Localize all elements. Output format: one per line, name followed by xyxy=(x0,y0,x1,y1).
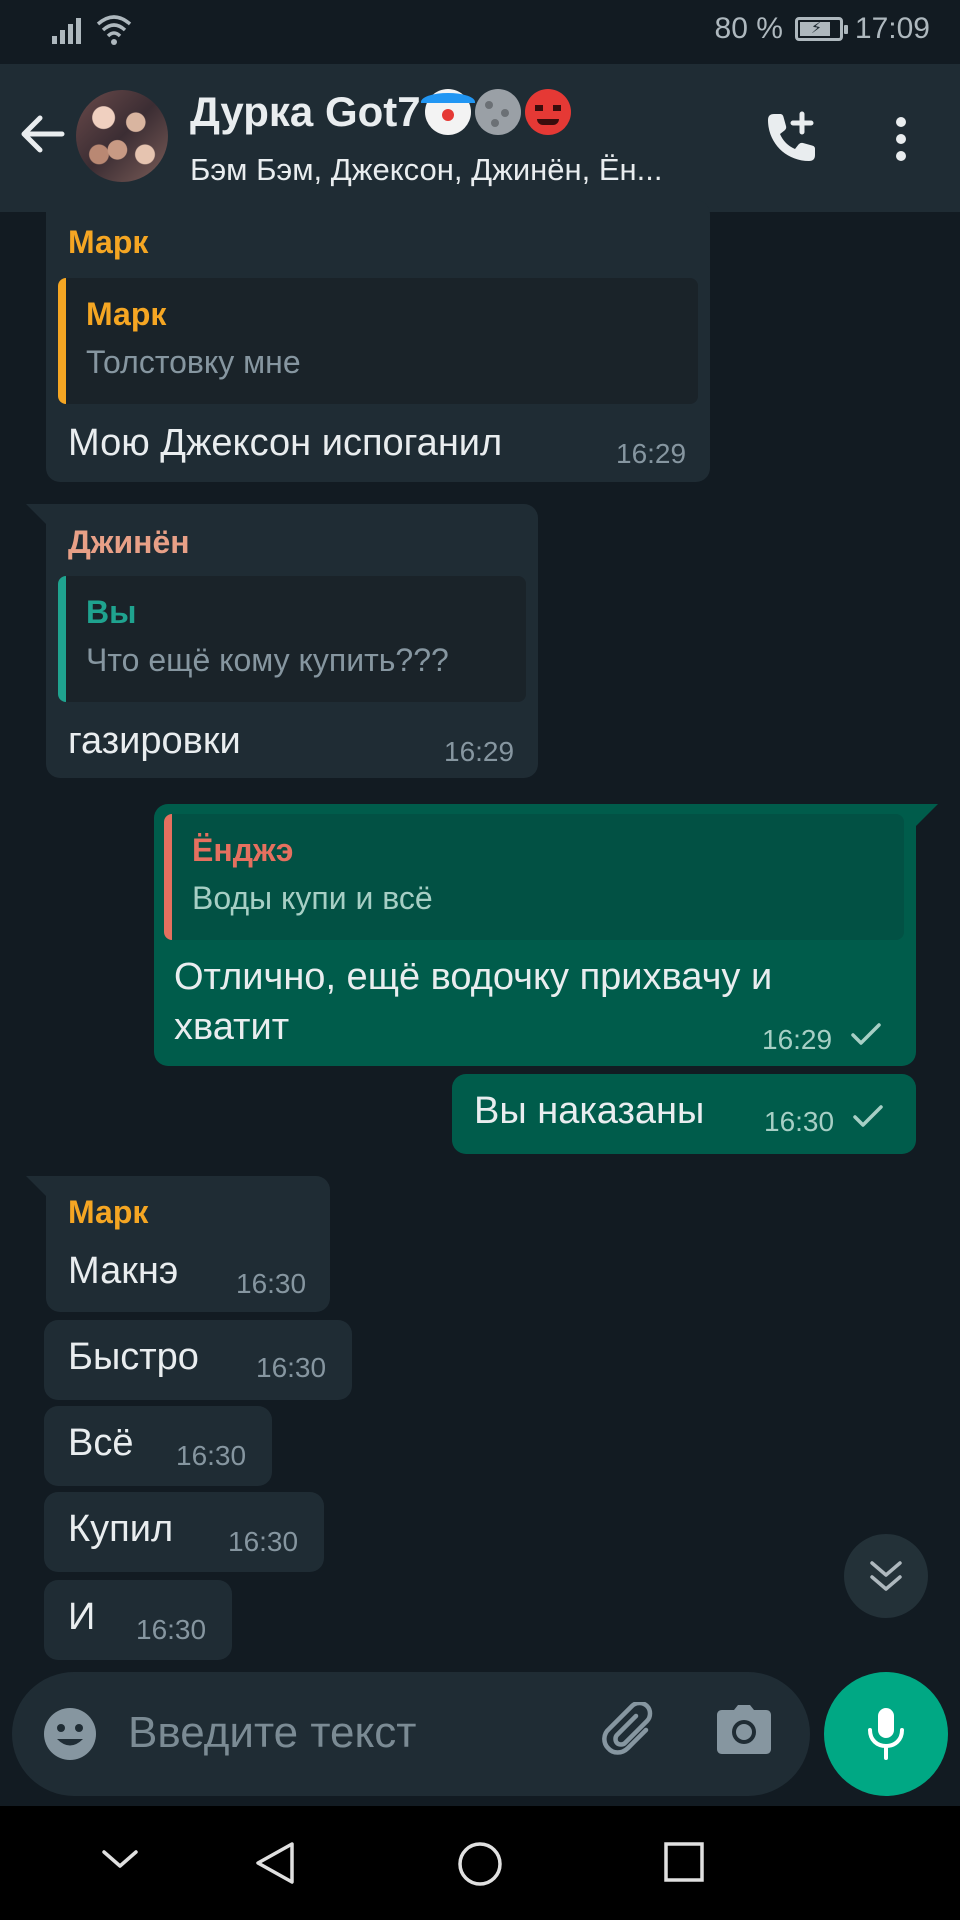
message-time: 16:30 xyxy=(764,1106,835,1137)
quote-bar xyxy=(58,278,66,404)
message-composer[interactable]: Введите текст xyxy=(12,1672,810,1796)
message-sender: Джинён xyxy=(68,524,190,560)
chat-header: Дурка Got7 Бэм Бэм, Джексон, Джинён, Ён.… xyxy=(0,64,960,212)
sent-check-icon xyxy=(853,1105,883,1127)
group-members[interactable]: Бэм Бэм, Джексон, Джинён, Ён... xyxy=(190,152,663,188)
recents-square-icon[interactable] xyxy=(662,1840,706,1884)
battery-percent: 80 % xyxy=(714,12,783,45)
quote-author: Вы xyxy=(86,594,137,630)
devil-emoji-icon xyxy=(524,89,571,135)
quote-text: Толстовку мне xyxy=(86,344,301,380)
signal-icon xyxy=(52,18,81,44)
battery-charging-icon: ⚡ xyxy=(794,17,848,41)
back-arrow-icon[interactable] xyxy=(18,112,66,156)
message-time: 16:30 xyxy=(236,1268,307,1299)
quote-text: Что ещё кому купить??? xyxy=(86,642,449,678)
message-bubble-incoming[interactable]: Джинён Вы Что ещё кому купить??? газиров… xyxy=(46,504,538,778)
message-text: И xyxy=(68,1596,96,1638)
message-text: Быстро xyxy=(68,1336,199,1378)
hide-keyboard-chevron-icon[interactable] xyxy=(100,1840,140,1880)
quote-bar xyxy=(58,576,66,702)
attach-paperclip-icon[interactable] xyxy=(602,1702,662,1762)
message-time: 16:30 xyxy=(228,1526,299,1557)
system-navigation-bar xyxy=(0,1806,960,1920)
message-sender: Марк xyxy=(68,1194,149,1230)
quote-text: Воды купи и всё xyxy=(192,880,433,916)
message-time: 16:29 xyxy=(444,736,515,767)
message-input[interactable]: Введите текст xyxy=(128,1708,416,1758)
message-bubble-incoming[interactable]: Купил 16:30 xyxy=(44,1492,324,1572)
back-triangle-icon[interactable] xyxy=(252,1840,298,1886)
message-time: 16:29 xyxy=(762,1024,833,1055)
group-avatar[interactable] xyxy=(76,90,168,182)
message-text-line: Отлично, ещё водочку прихвачу и xyxy=(174,956,773,998)
microphone-icon xyxy=(868,1708,904,1760)
quote-author: Марк xyxy=(86,296,167,332)
quoted-message[interactable]: Марк Толстовку мне xyxy=(58,278,698,404)
message-bubble-incoming[interactable]: Быстро 16:30 xyxy=(44,1320,352,1400)
message-text: газировки xyxy=(68,720,241,762)
message-time: 16:30 xyxy=(176,1440,247,1471)
clock: 17:09 xyxy=(854,12,930,45)
bubble-tail xyxy=(26,504,48,526)
bubble-tail xyxy=(916,804,938,826)
message-sender: Марк xyxy=(68,224,149,260)
quote-bar xyxy=(164,814,172,940)
more-options-icon[interactable] xyxy=(890,116,912,162)
quoted-message[interactable]: Вы Что ещё кому купить??? xyxy=(58,576,526,702)
message-text: Купил xyxy=(68,1508,174,1550)
group-title[interactable]: Дурка Got7 xyxy=(190,88,571,136)
message-text: Мою Джексон испоганил xyxy=(68,422,503,464)
message-bubble-incoming[interactable]: Марк Марк Толстовку мне Мою Джексон испо… xyxy=(46,200,710,482)
message-bubble-incoming[interactable]: И 16:30 xyxy=(44,1580,232,1660)
message-text: Всё xyxy=(68,1422,134,1464)
scroll-to-bottom-button[interactable] xyxy=(844,1534,928,1618)
wifi-icon xyxy=(96,15,132,45)
message-bubble-outgoing[interactable]: Вы наказаны 16:30 xyxy=(452,1074,916,1154)
group-name: Дурка Got7 xyxy=(190,88,421,135)
message-time: 16:29 xyxy=(616,438,687,469)
message-bubble-incoming[interactable]: Марк Макнэ 16:30 xyxy=(46,1176,330,1312)
message-time: 16:30 xyxy=(136,1614,207,1645)
clown-emoji-icon xyxy=(420,89,475,135)
quoted-message[interactable]: Ёнджэ Воды купи и всё xyxy=(164,814,904,940)
emoji-icon[interactable] xyxy=(42,1706,98,1762)
message-time: 16:30 xyxy=(256,1352,327,1383)
status-bar: 80 % ⚡ 17:09 xyxy=(0,0,960,64)
voice-message-button[interactable] xyxy=(824,1672,948,1796)
quote-author: Ёнджэ xyxy=(192,832,294,868)
new-moon-face-emoji-icon xyxy=(474,89,521,135)
bubble-tail xyxy=(26,1176,48,1198)
sent-check-icon xyxy=(851,1023,881,1045)
message-text: Вы наказаны xyxy=(474,1090,705,1132)
double-chevron-down-icon xyxy=(870,1561,902,1591)
message-text: Макнэ xyxy=(68,1250,179,1292)
add-call-icon[interactable] xyxy=(760,110,818,166)
message-text-line: хватит xyxy=(174,1006,290,1048)
home-circle-icon[interactable] xyxy=(456,1840,504,1888)
message-bubble-incoming[interactable]: Всё 16:30 xyxy=(44,1406,272,1486)
message-bubble-outgoing[interactable]: Ёнджэ Воды купи и всё Отлично, ещё водоч… xyxy=(154,804,916,1066)
camera-icon[interactable] xyxy=(716,1704,772,1756)
